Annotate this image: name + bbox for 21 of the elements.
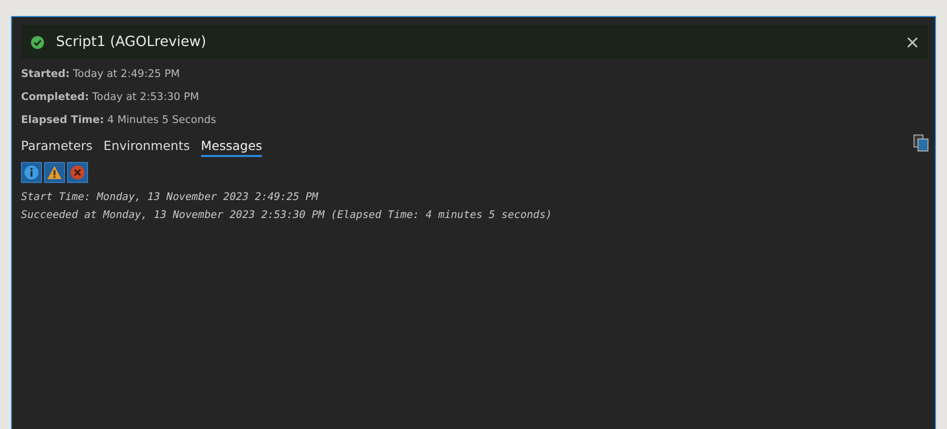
tab[interactable]: Messages [200, 138, 262, 157]
message-line: Succeeded at Monday, 13 November 2023 2:53:30 PM (Elapsed Time: 4 minutes 5 seconds) [21, 209, 554, 221]
detail-label: Started: [21, 68, 70, 80]
filter-toggle[interactable] [21, 162, 42, 183]
close-icon [907, 36, 918, 48]
info-icon [24, 165, 39, 180]
detail-value: Today at 2:53:30 PM [92, 91, 200, 103]
filter-toggle[interactable] [67, 162, 88, 183]
close-button[interactable] [907, 36, 918, 48]
error-icon [70, 165, 85, 180]
detail-label: Completed: [21, 91, 89, 103]
detail-label: Elapsed Time: [21, 114, 104, 126]
detail-value: Today at 2:49:25 PM [73, 68, 180, 80]
window-title: Script1 (AGOLreview) [56, 34, 208, 50]
message-line: Start Time: Monday, 13 November 2023 2:49:25 PM [21, 191, 320, 203]
tab[interactable]: Environments [104, 138, 190, 157]
warning-icon [47, 165, 62, 180]
detail-value: 4 Minutes 5 Seconds [107, 114, 216, 126]
tab[interactable]: Parameters [21, 138, 93, 157]
copy-icon[interactable] [913, 134, 929, 152]
filter-toggle[interactable] [44, 162, 65, 183]
